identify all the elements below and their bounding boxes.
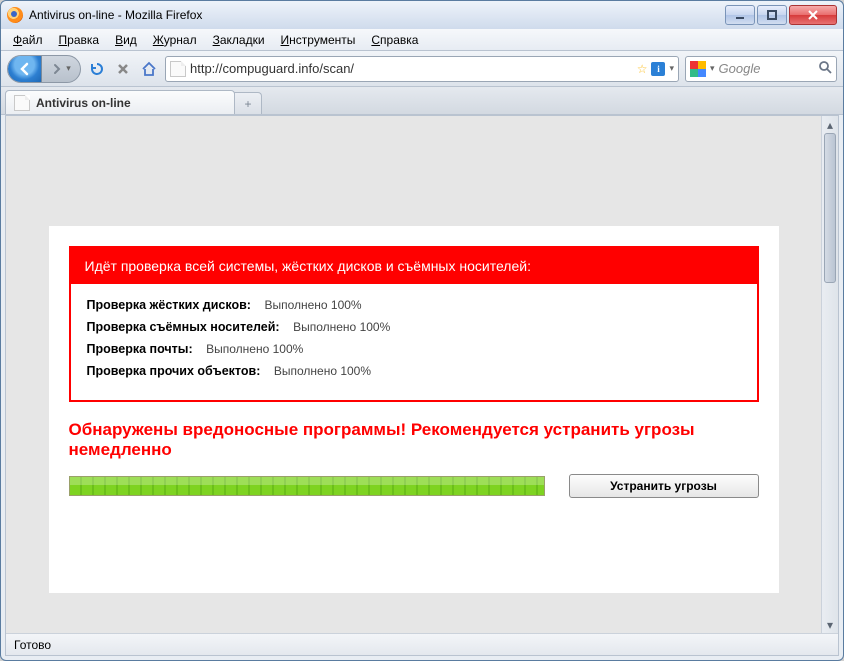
scan-row: Проверка почты: Выполнено 100% xyxy=(87,342,741,356)
menu-bookmarks[interactable]: Закладки xyxy=(205,31,273,49)
url-bar[interactable]: http://compuguard.info/scan/ ☆ i ▾ xyxy=(165,56,679,82)
maximize-button[interactable] xyxy=(757,5,787,25)
page-body: Идёт проверка всей системы, жёстких диск… xyxy=(49,226,779,593)
content-area: Идёт проверка всей системы, жёстких диск… xyxy=(5,115,839,656)
page-viewport: Идёт проверка всей системы, жёстких диск… xyxy=(6,116,821,633)
status-text: Готово xyxy=(14,638,51,652)
url-text: http://compuguard.info/scan/ xyxy=(190,61,633,76)
statusbar: Готово xyxy=(6,633,838,655)
new-tab-button[interactable]: + xyxy=(234,92,262,114)
forward-button[interactable]: ▾ xyxy=(42,63,80,75)
site-identity-icon[interactable]: i xyxy=(651,62,665,76)
menu-view[interactable]: Вид xyxy=(107,31,145,49)
toolbar: ▾ http://compuguard.info/scan/ ☆ i ▾ ▾ G… xyxy=(1,51,843,87)
scan-panel: Идёт проверка всей системы, жёстких диск… xyxy=(69,246,759,402)
scan-row: Проверка съёмных носителей: Выполнено 10… xyxy=(87,320,741,334)
window-title: Antivirus on-line - Mozilla Firefox xyxy=(29,8,202,22)
menu-file[interactable]: Файл xyxy=(5,31,51,49)
menu-help[interactable]: Справка xyxy=(363,31,426,49)
browser-window: Antivirus on-line - Mozilla Firefox Файл… xyxy=(0,0,844,661)
titlebar: Antivirus on-line - Mozilla Firefox xyxy=(1,1,843,29)
scan-value: Выполнено 100% xyxy=(206,342,303,356)
close-button[interactable] xyxy=(789,5,837,25)
menu-edit[interactable]: Правка xyxy=(51,31,108,49)
minimize-button[interactable] xyxy=(725,5,755,25)
stop-button[interactable] xyxy=(113,59,133,79)
window-controls xyxy=(725,5,837,25)
url-dropdown-icon[interactable]: ▾ xyxy=(669,63,674,74)
progress-row: Устранить угрозы xyxy=(69,474,759,498)
scroll-track[interactable] xyxy=(822,133,838,616)
search-placeholder: Google xyxy=(719,61,814,76)
tabbar: Antivirus on-line + xyxy=(1,87,843,115)
google-icon xyxy=(690,61,706,77)
menu-history[interactable]: Журнал xyxy=(145,31,205,49)
vertical-scrollbar[interactable]: ▴ ▾ xyxy=(821,116,838,633)
scan-value: Выполнено 100% xyxy=(274,364,371,378)
home-button[interactable] xyxy=(139,59,159,79)
scan-label: Проверка прочих объектов: xyxy=(87,364,261,378)
progress-bar xyxy=(69,476,545,496)
scan-value: Выполнено 100% xyxy=(264,298,361,312)
scroll-thumb[interactable] xyxy=(824,133,836,283)
scan-label: Проверка съёмных носителей: xyxy=(87,320,280,334)
search-box[interactable]: ▾ Google xyxy=(685,56,837,82)
scan-row: Проверка прочих объектов: Выполнено 100% xyxy=(87,364,741,378)
search-engine-dropdown-icon[interactable]: ▾ xyxy=(710,63,715,74)
scan-row: Проверка жёстких дисков: Выполнено 100% xyxy=(87,298,741,312)
menubar: Файл Правка Вид Журнал Закладки Инструме… xyxy=(1,29,843,51)
scan-label: Проверка жёстких дисков: xyxy=(87,298,251,312)
scan-header: Идёт проверка всей системы, жёстких диск… xyxy=(71,248,757,284)
tab-label: Antivirus on-line xyxy=(36,96,131,110)
scan-label: Проверка почты: xyxy=(87,342,193,356)
bookmark-star-icon[interactable]: ☆ xyxy=(637,62,648,76)
reload-button[interactable] xyxy=(87,59,107,79)
page-icon xyxy=(170,61,186,77)
menu-tools[interactable]: Инструменты xyxy=(273,31,364,49)
back-button[interactable] xyxy=(8,55,42,83)
nav-buttons: ▾ xyxy=(7,55,81,83)
scan-value: Выполнено 100% xyxy=(293,320,390,334)
firefox-icon xyxy=(7,7,23,23)
warning-text: Обнаружены вредоносные программы! Рекоме… xyxy=(69,420,759,460)
magnifier-icon[interactable] xyxy=(818,60,832,77)
scroll-up-icon[interactable]: ▴ xyxy=(823,116,838,133)
fix-threats-button[interactable]: Устранить угрозы xyxy=(569,474,759,498)
tab-active[interactable]: Antivirus on-line xyxy=(5,90,235,114)
scan-body: Проверка жёстких дисков: Выполнено 100% … xyxy=(71,284,757,400)
page-icon xyxy=(14,95,30,111)
scroll-down-icon[interactable]: ▾ xyxy=(823,616,838,633)
